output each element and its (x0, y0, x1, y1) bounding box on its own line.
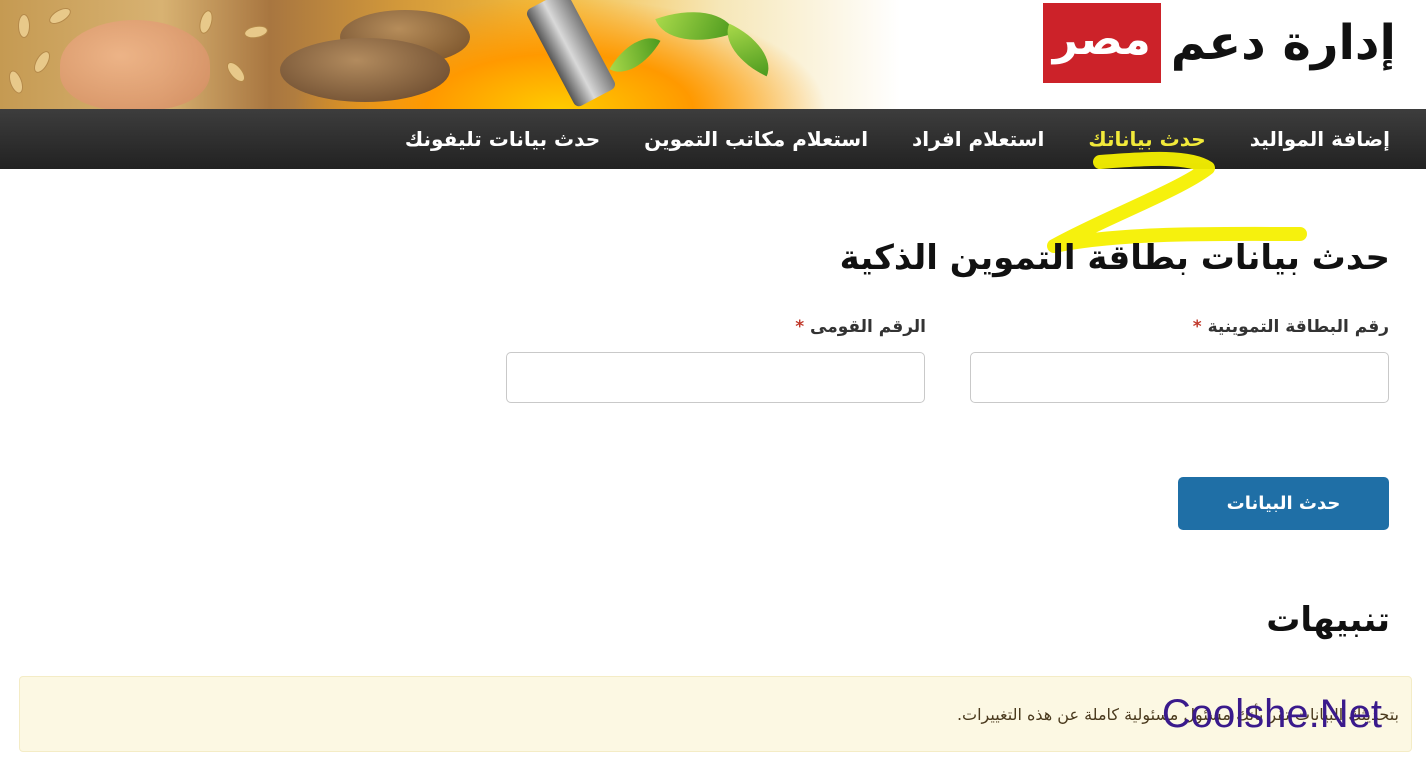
required-mark: * (795, 317, 805, 337)
site-logo[interactable]: إدارة دعم مصر (1042, 0, 1396, 86)
page: إدارة دعم مصر إضافة المواليد حدث بياناتك… (0, 0, 1426, 777)
alerts-title: تنبيهات (1266, 600, 1390, 640)
card-number-input[interactable] (970, 352, 1389, 403)
logo-text: إدارة دعم (1170, 15, 1396, 71)
nav-add-births[interactable]: إضافة المواليد (1228, 127, 1412, 151)
nav-inquire-members[interactable]: استعلام افراد (890, 127, 1066, 151)
nav-update-phone[interactable]: حدث بيانات تليفونك (383, 127, 622, 151)
required-mark: * (1192, 317, 1202, 337)
nav-update-data[interactable]: حدث بياناتك (1066, 127, 1227, 151)
update-data-button[interactable]: حدث البيانات (1178, 477, 1389, 530)
card-number-label: رقم البطاقة التموينية * (1192, 317, 1389, 337)
banner-photo (0, 0, 900, 109)
watermark-text: Coolshe.Net (1161, 692, 1382, 736)
national-id-input[interactable] (506, 352, 925, 403)
logo-box: مصر (1042, 3, 1161, 83)
fuel-nozzle (524, 0, 618, 109)
national-id-label: الرقم القومى * (795, 317, 926, 337)
nav-inquire-offices[interactable]: استعلام مكاتب التموين (622, 127, 890, 151)
page-title: حدث بيانات بطاقة التموين الذكية (839, 238, 1390, 278)
header-banner: إدارة دعم مصر (0, 0, 1426, 109)
